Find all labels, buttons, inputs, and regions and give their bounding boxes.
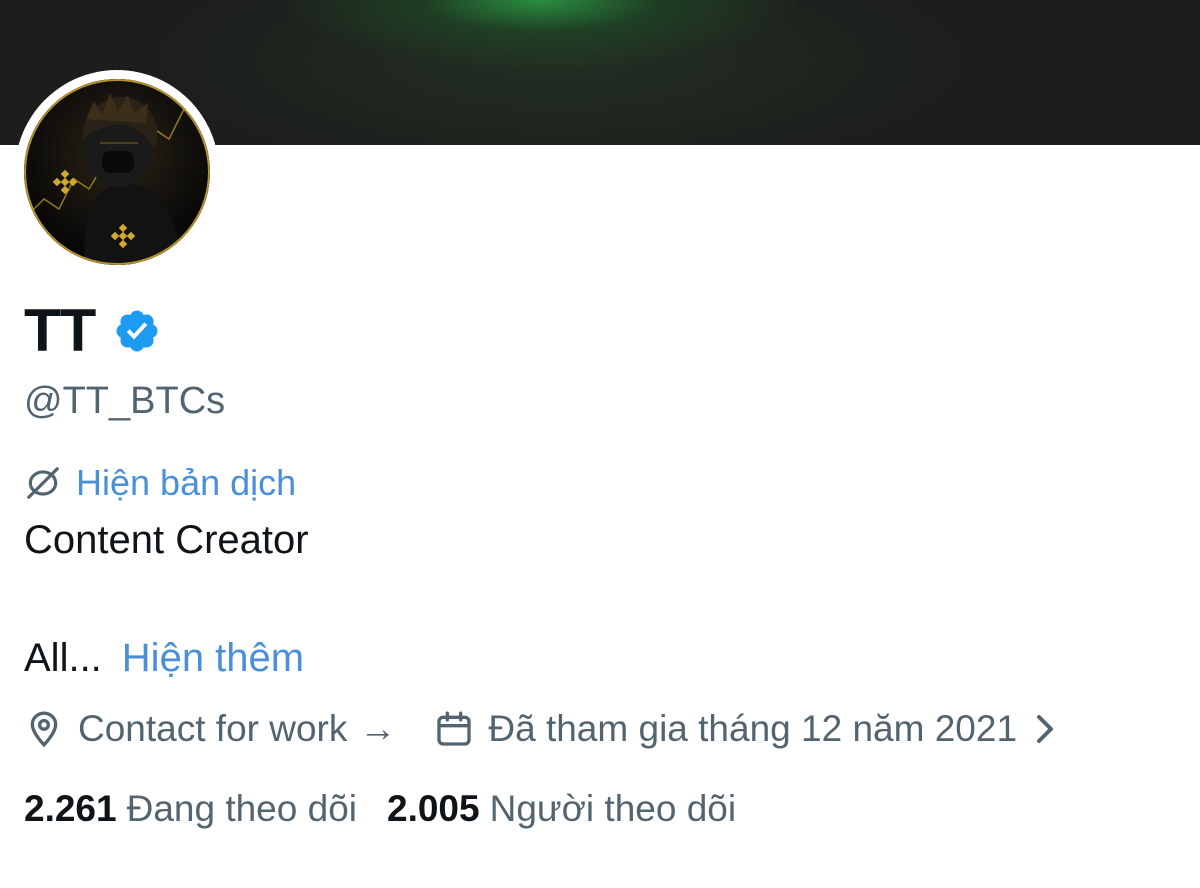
- display-name-row: TT: [24, 298, 161, 364]
- avatar-image: [24, 79, 210, 265]
- user-handle: @TT_BTCs: [24, 380, 226, 422]
- followers-count: 2.005: [387, 788, 480, 829]
- location-item[interactable]: Contact for work →: [24, 708, 396, 750]
- joined-text: Đã tham gia tháng 12 năm 2021: [488, 708, 1018, 749]
- following-stat[interactable]: 2.261 Đang theo dõi: [24, 788, 357, 830]
- profile-page: TT @TT_BTCs Hiện bản dịch Content Creato…: [0, 0, 1200, 888]
- bio-more-row: All... Hiện thêm: [24, 634, 304, 682]
- bio-text: Content Creator: [24, 518, 309, 562]
- globe-translate-icon: [24, 464, 62, 502]
- show-more-link[interactable]: Hiện thêm: [122, 634, 304, 682]
- show-translation-link[interactable]: Hiện bản dịch: [76, 460, 296, 506]
- followers-stat[interactable]: 2.005 Người theo dõi: [387, 788, 736, 830]
- location-pin-icon: [24, 709, 64, 749]
- location-text: Contact for work: [78, 708, 348, 749]
- translate-row[interactable]: Hiện bản dịch: [24, 460, 296, 506]
- arrow-right-icon: →: [359, 708, 397, 749]
- joined-item[interactable]: Đã tham gia tháng 12 năm 2021: [434, 708, 1057, 750]
- display-name: TT: [24, 297, 96, 364]
- verified-badge-icon[interactable]: [113, 307, 161, 355]
- following-count: 2.261: [24, 788, 117, 829]
- chevron-right-icon: [1033, 711, 1057, 747]
- following-label: Đang theo dõi: [126, 788, 357, 829]
- avatar[interactable]: [24, 79, 210, 265]
- follow-stats-row: 2.261 Đang theo dõi 2.005 Người theo dõi: [24, 784, 736, 834]
- calendar-icon: [434, 709, 474, 749]
- followers-label: Người theo dõi: [489, 788, 737, 829]
- profile-meta-row: Contact for work → Đã tham gia tháng 12 …: [24, 704, 1057, 754]
- bio-truncated-text: All...: [24, 636, 102, 680]
